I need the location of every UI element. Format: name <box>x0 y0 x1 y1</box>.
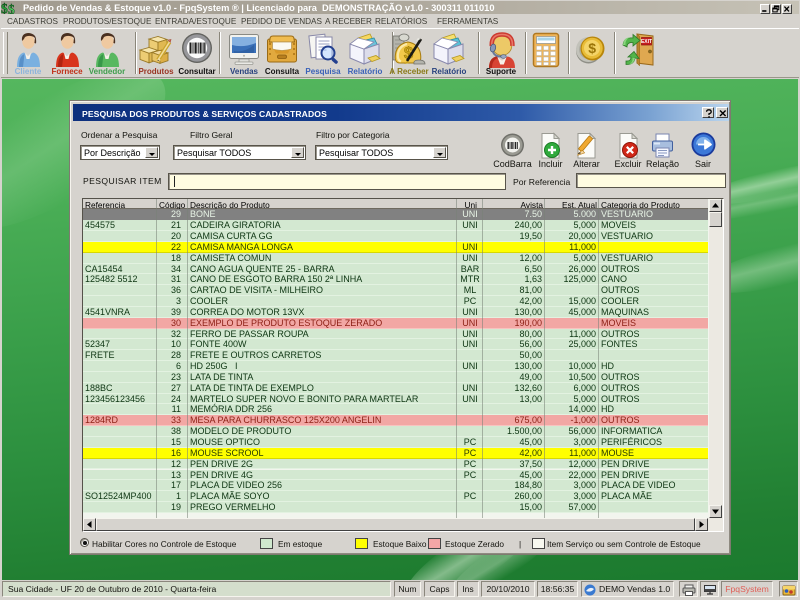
svg-text:$: $ <box>588 40 596 56</box>
svg-text:$: $ <box>1 1 8 15</box>
svg-text:EXIT: EXIT <box>641 39 652 45</box>
